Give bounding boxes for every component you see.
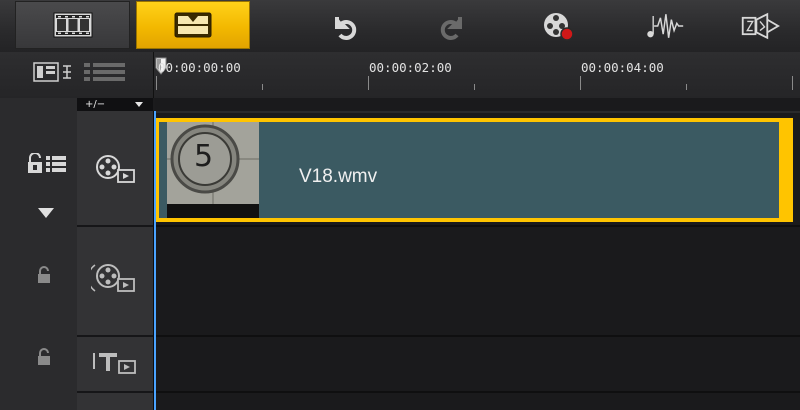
chapter-cue-menu-icon[interactable] [84,60,128,84]
clip-name: V18.wmv [299,166,378,187]
countdown-number: 5 [194,139,214,174]
ruler-tick [792,76,793,90]
sound-mixer-button[interactable] [645,6,685,46]
ruler-tick [156,76,157,90]
redo-icon [440,17,462,40]
track-divider [155,225,800,227]
record-capture-icon [544,13,574,41]
zoom-control[interactable]: +/− [77,98,153,111]
overlay-track-icon[interactable] [91,261,139,295]
ruler-tick [368,76,369,90]
chevron-down-icon [135,102,143,107]
timeline-view-button[interactable] [136,1,250,49]
track-lock-column [0,98,78,410]
timeline-ruler-row: 00:00:00:00 00:00:02:00 00:00:04:00 [0,52,800,98]
undo-button[interactable] [325,6,365,46]
ruler-tick [686,84,687,90]
timeline-icon [174,12,212,38]
clip-body: 5 V18.wmv [159,122,779,218]
auto-music-button[interactable] [740,6,780,46]
lock-icon[interactable] [37,348,53,366]
film-strip-icon [53,12,92,38]
timecode-label: 00:00:04:00 [581,60,664,75]
track-divider [155,335,800,337]
timeline-ruler[interactable]: 00:00:00:00 00:00:02:00 00:00:04:00 [153,52,800,98]
track-divider [77,335,153,337]
ruler-tick [580,76,581,90]
video-clip[interactable]: 5 V18.wmv [155,118,793,222]
storyboard-view-button[interactable] [15,1,130,49]
redo-button[interactable] [432,6,472,46]
track-divider [77,391,153,393]
track-manager-icon[interactable] [33,60,73,84]
track-divider [77,225,153,227]
audio-wave-icon [647,14,684,38]
zoom-label: +/− [85,99,106,110]
record-capture-button[interactable] [539,6,579,46]
playhead-line[interactable] [154,111,156,410]
ruler-tick [474,84,475,90]
track-icon-column [77,111,155,410]
lock-all-icon[interactable] [26,153,70,175]
title-track-icon[interactable] [91,349,139,377]
track-divider [155,391,800,393]
timecode-label: 00:00:00:00 [158,60,241,75]
undo-icon [335,17,357,40]
lock-icon[interactable] [37,266,53,284]
transition-icon [741,12,780,40]
timeline-tracks[interactable]: 5 V18.wmv [155,98,800,410]
expand-collapse-icon[interactable] [38,208,54,218]
main-toolbar [0,0,800,53]
clip-thumbnail: 5 [167,122,259,218]
thumbnail-black-bar [167,204,259,218]
track-divider [155,111,800,113]
video-track-icon[interactable] [95,154,137,184]
timecode-label: 00:00:02:00 [369,60,452,75]
ruler-tick [262,84,263,90]
